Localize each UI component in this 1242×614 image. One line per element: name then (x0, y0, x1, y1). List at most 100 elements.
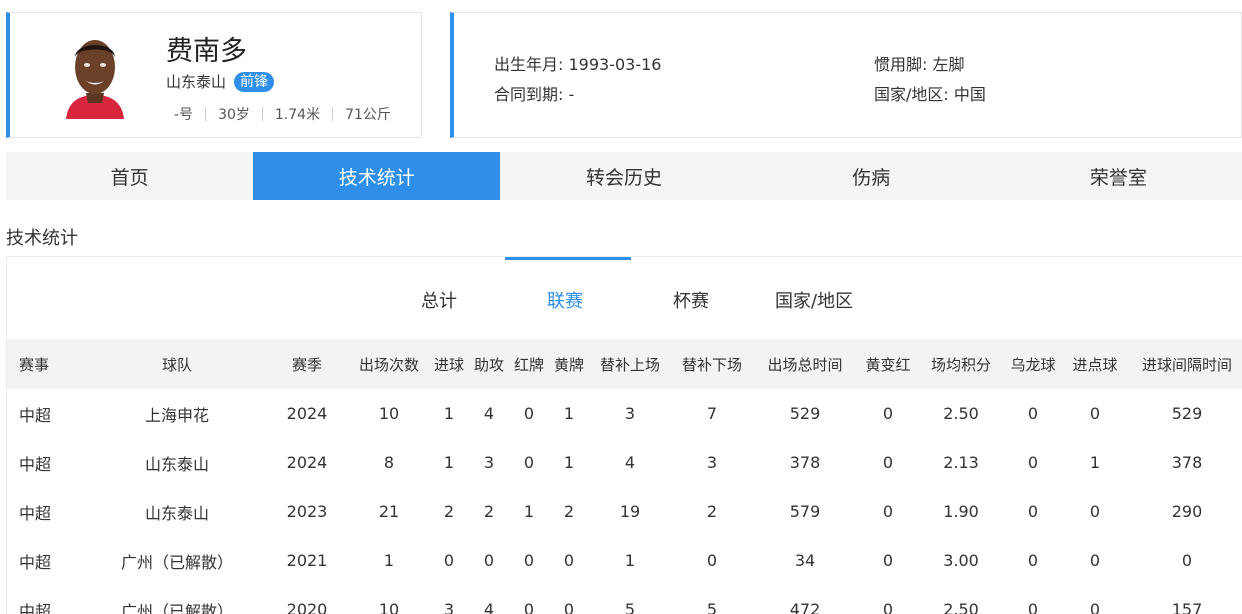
main-tabs: 首页 技术统计 转会历史 伤病 荣誉室 (6, 152, 1242, 200)
team-cell[interactable]: 广州（已解散） (89, 585, 265, 614)
column-header: 黄牌 (549, 339, 589, 389)
table-cell: 1 (563, 453, 575, 472)
table-cell: 2.13 (943, 453, 979, 472)
foot-info: 惯用脚: 左脚 (874, 51, 965, 75)
table-cell: 2023 (286, 502, 328, 521)
divider (332, 107, 334, 121)
table-cell: 0 (1027, 404, 1039, 423)
player-meta: -号 30岁 1.74米 71公斤 (174, 104, 391, 124)
active-subtab-indicator (505, 257, 631, 260)
team-cell[interactable]: 山东泰山 (89, 438, 265, 487)
table-cell: 472 (789, 600, 821, 614)
nation-label: 国家/地区: (874, 85, 949, 104)
table-cell: 7 (706, 404, 718, 423)
table-cell: 0 (1089, 404, 1101, 423)
table-cell: 8 (383, 453, 395, 472)
table-row: 中超 广州（已解散） 2021 1 0 0 0 0 1 0 34 0 3.00 0 0 0 (7, 536, 1242, 585)
table-cell: 2.50 (943, 600, 979, 614)
table-cell: 3 (624, 404, 636, 423)
stats-subtabs: 总计 联赛 杯赛 国家/地区 (7, 257, 1242, 333)
table-cell: 0 (1089, 600, 1101, 614)
tab-home[interactable]: 首页 (6, 152, 253, 200)
column-header: 进球间隔时间 (1127, 339, 1242, 389)
table-cell: 0 (523, 600, 535, 614)
column-header: 黄变红 (857, 339, 919, 389)
table-cell: 378 (1171, 453, 1203, 472)
table-header-row: 赛事 球队 赛季 出场次数 进球 助攻 红牌 黄牌 替补上场 替补下场 出场总时间 黄变红 场均积分 乌龙… (7, 339, 1242, 389)
column-header: 球队 (89, 339, 265, 389)
birth-info: 出生年月: 1993-03-16 (494, 51, 661, 75)
column-header: 助攻 (469, 339, 509, 389)
player-weight: 71公斤 (345, 107, 391, 123)
team-name[interactable]: 山东泰山 (166, 71, 226, 92)
contract-info: 合同到期: - (494, 81, 574, 105)
table-cell: 1 (523, 502, 535, 521)
contract-label: 合同到期: (494, 85, 564, 104)
table-cell: 5 (624, 600, 636, 614)
table-cell: 2021 (286, 551, 328, 570)
table-cell: 中超 (19, 454, 52, 474)
table-cell: 4 (483, 600, 495, 614)
table-cell: 529 (1171, 404, 1203, 423)
table-cell: 0 (1089, 551, 1101, 570)
table-cell: 0 (882, 404, 894, 423)
tab-honors[interactable]: 荣誉室 (995, 152, 1242, 200)
table-cell: 0 (1027, 551, 1039, 570)
column-header: 替补下场 (671, 339, 753, 389)
table-cell: 10 (378, 600, 400, 614)
table-cell: 0 (563, 600, 575, 614)
column-header: 红牌 (509, 339, 549, 389)
table-cell: 19 (619, 502, 641, 521)
table-cell: 0 (443, 551, 455, 570)
nation-value: 中国 (953, 85, 986, 104)
table-cell: 2024 (286, 453, 328, 472)
table-cell: 10 (378, 404, 400, 423)
player-name: 费南多 (166, 36, 247, 67)
table-cell: 0 (523, 453, 535, 472)
team-cell[interactable]: 上海申花 (89, 389, 265, 438)
column-header: 进球 (429, 339, 469, 389)
table-cell: 579 (789, 502, 821, 521)
table-cell: 中超 (19, 601, 52, 614)
table-row: 中超 山东泰山 2024 8 1 3 0 1 4 3 378 0 2.13 0 1 378 (7, 438, 1242, 487)
table-row: 中超 上海申花 2024 10 1 4 0 1 3 7 529 0 2.50 0 0 529 (7, 389, 1242, 438)
table-cell: 0 (523, 404, 535, 423)
position-badge: 前锋 (234, 71, 275, 92)
table-cell: 0 (882, 453, 894, 472)
column-header: 乌龙球 (1003, 339, 1063, 389)
column-header: 替补上场 (589, 339, 671, 389)
team-line: 山东泰山 前锋 (166, 71, 275, 92)
section-title: 技术统计 (6, 228, 78, 249)
tab-injuries[interactable]: 伤病 (748, 152, 995, 200)
table-body: 中超 上海申花 2024 10 1 4 0 1 3 7 529 0 2.50 0 0 529 中超 山东泰山 202… (7, 389, 1242, 614)
table-cell: 5 (706, 600, 718, 614)
tab-stats[interactable]: 技术统计 (253, 152, 501, 200)
team-cell[interactable]: 广州（已解散） (89, 536, 265, 585)
foot-label: 惯用脚: (874, 55, 928, 74)
table-cell: 157 (1171, 600, 1203, 614)
table-cell: 0 (882, 551, 894, 570)
table-cell: 3.00 (943, 551, 979, 570)
column-header: 出场次数 (349, 339, 429, 389)
subtab-cup[interactable]: 杯赛 (673, 287, 709, 313)
table-cell: 1 (1089, 453, 1101, 472)
divider (205, 107, 207, 121)
table-cell: 0 (706, 551, 718, 570)
player-age: 30岁 (218, 107, 250, 123)
subtab-league[interactable]: 联赛 (547, 287, 583, 313)
player-info-card: 出生年月: 1993-03-16 惯用脚: 左脚 合同到期: - 国家/地区: … (450, 12, 1242, 138)
team-cell[interactable]: 山东泰山 (89, 487, 265, 536)
subtab-national[interactable]: 国家/地区 (775, 287, 853, 313)
table-cell: 2.50 (943, 404, 979, 423)
tab-transfer-history[interactable]: 转会历史 (500, 152, 747, 200)
subtab-total[interactable]: 总计 (421, 287, 457, 313)
column-header: 进点球 (1063, 339, 1127, 389)
table-cell: 中超 (19, 405, 52, 425)
column-header: 赛季 (265, 339, 349, 389)
table-cell: 0 (882, 600, 894, 614)
table-cell: 2020 (286, 600, 328, 614)
table-cell: 3 (483, 453, 495, 472)
contract-value: - (568, 85, 575, 104)
table-cell: 2 (483, 502, 495, 521)
table-row: 中超 山东泰山 2023 21 2 2 1 2 19 2 579 0 1.90 0 0 290 (7, 487, 1242, 536)
